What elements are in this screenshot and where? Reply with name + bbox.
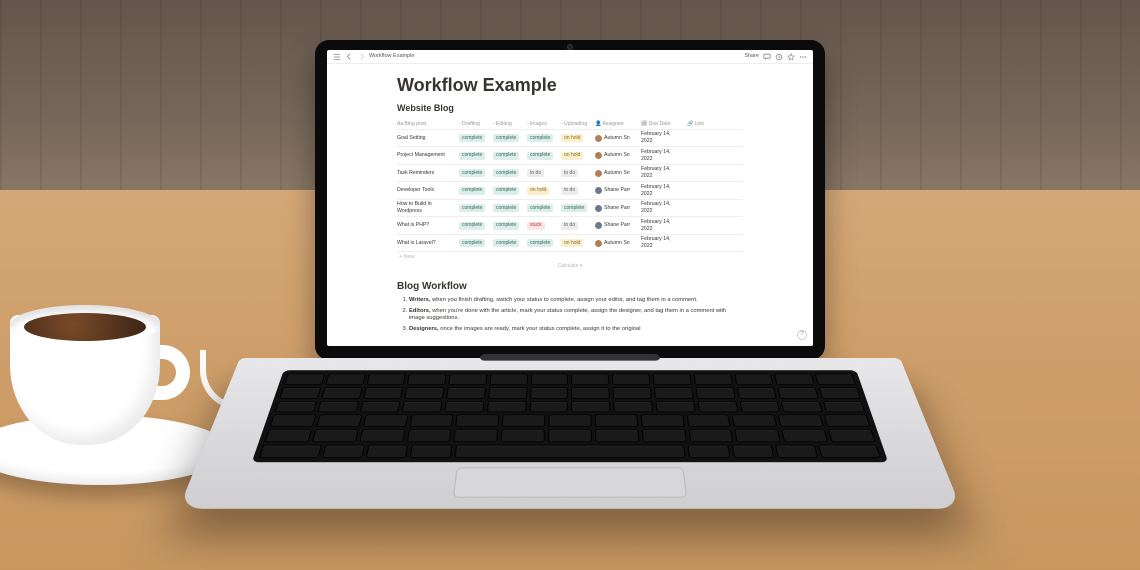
- comments-icon[interactable]: [763, 53, 771, 61]
- status-pill[interactable]: to do: [561, 222, 578, 230]
- database-title[interactable]: Website Blog: [397, 103, 743, 115]
- status-pill[interactable]: on hold: [561, 239, 583, 247]
- status-pill[interactable]: complete: [459, 239, 485, 247]
- cell-due-date[interactable]: February 14, 2022: [641, 149, 670, 162]
- col-uploading[interactable]: ◦ Uploading: [561, 121, 591, 128]
- table-row[interactable]: Goal Setting complete complete complete on h…: [397, 130, 743, 148]
- status-pill[interactable]: complete: [493, 134, 519, 142]
- workflow-step: Editors, when you're done with the artic…: [409, 308, 743, 323]
- cell-due-date[interactable]: February 14, 2022: [641, 219, 670, 232]
- updates-icon[interactable]: [775, 53, 783, 61]
- cell-assignee[interactable]: Autumn Sn: [595, 240, 637, 247]
- status-pill[interactable]: complete: [493, 239, 519, 247]
- forward-icon[interactable]: [357, 53, 365, 61]
- table-row[interactable]: What is PHP? complete complete stuck to do Sh…: [397, 217, 743, 235]
- breadcrumb[interactable]: Workflow Example: [369, 53, 414, 60]
- cell-assignee[interactable]: Autumn Sn: [595, 152, 637, 159]
- cell-assignee[interactable]: Shane Parr: [595, 222, 637, 229]
- status-pill[interactable]: complete: [459, 134, 485, 142]
- app-window: Workflow Example Share Workflow Example …: [327, 50, 813, 346]
- status-pill[interactable]: complete: [493, 222, 519, 230]
- col-images[interactable]: ◦ Images: [527, 121, 557, 128]
- status-pill[interactable]: complete: [459, 187, 485, 195]
- table-row[interactable]: Developer Tools complete complete on hold to…: [397, 182, 743, 200]
- status-pill[interactable]: complete: [527, 204, 553, 212]
- status-pill[interactable]: complete: [459, 169, 485, 177]
- avatar: [595, 170, 602, 177]
- status-pill[interactable]: to do: [561, 187, 578, 195]
- avatar: [595, 222, 602, 229]
- status-pill[interactable]: complete: [493, 187, 519, 195]
- help-button[interactable]: ?: [797, 330, 807, 340]
- status-pill[interactable]: complete: [459, 204, 485, 212]
- col-due-date[interactable]: 🗓 Due Date: [641, 121, 683, 128]
- cell-post[interactable]: Developer Tools: [397, 187, 434, 193]
- cell-due-date[interactable]: February 14, 2022: [641, 201, 670, 214]
- more-icon[interactable]: [799, 53, 807, 61]
- table-header: Aa Blog post ◦ Drafting ◦ Editing ◦ Imag…: [397, 119, 743, 130]
- col-link[interactable]: 🔗 Link: [687, 121, 707, 128]
- avatar: [595, 187, 602, 194]
- cell-due-date[interactable]: February 14, 2022: [641, 236, 670, 249]
- workflow-step: Writers, when you finish drafting, switc…: [409, 297, 743, 305]
- col-drafting[interactable]: ◦ Drafting: [459, 121, 489, 128]
- status-pill[interactable]: stuck: [527, 222, 545, 230]
- cell-due-date[interactable]: February 14, 2022: [641, 131, 670, 144]
- status-pill[interactable]: complete: [493, 152, 519, 160]
- col-blog-post[interactable]: Aa Blog post: [397, 121, 455, 128]
- col-editing[interactable]: ◦ Editing: [493, 121, 523, 128]
- avatar: [595, 152, 602, 159]
- status-pill[interactable]: to do: [527, 169, 544, 177]
- avatar: [595, 205, 602, 212]
- status-pill[interactable]: on hold: [527, 187, 549, 195]
- workflow-steps: Writers, when you finish drafting, switc…: [409, 297, 743, 333]
- cell-assignee[interactable]: Autumn Sn: [595, 170, 637, 177]
- cell-assignee[interactable]: Shane Parr: [595, 205, 637, 212]
- database-table: Aa Blog post ◦ Drafting ◦ Editing ◦ Imag…: [397, 119, 743, 270]
- status-pill[interactable]: complete: [527, 152, 553, 160]
- status-pill[interactable]: complete: [561, 204, 587, 212]
- table-row[interactable]: Task Reminders complete complete to do to do…: [397, 165, 743, 183]
- status-pill[interactable]: complete: [527, 134, 553, 142]
- table-row[interactable]: Project Management complete complete comple…: [397, 147, 743, 165]
- cell-post[interactable]: What is Laravel?: [397, 240, 436, 246]
- cell-post[interactable]: Project Management: [397, 152, 445, 158]
- cell-post[interactable]: What is PHP?: [397, 222, 429, 228]
- cell-post[interactable]: Task Reminders: [397, 170, 434, 176]
- col-assignee[interactable]: 👤 Assignee: [595, 121, 637, 128]
- cell-assignee[interactable]: Shane Parr: [595, 187, 637, 194]
- status-pill[interactable]: complete: [459, 222, 485, 230]
- cell-due-date[interactable]: February 14, 2022: [641, 166, 670, 179]
- new-row-button[interactable]: + New: [397, 252, 743, 261]
- share-button[interactable]: Share: [744, 53, 759, 60]
- cell-due-date[interactable]: February 14, 2022: [641, 184, 670, 197]
- topbar: Workflow Example Share: [327, 50, 813, 64]
- calculate-button[interactable]: Calculate ▾: [397, 261, 743, 270]
- status-pill[interactable]: to do: [561, 169, 578, 177]
- cell-post[interactable]: Goal Setting: [397, 135, 426, 141]
- menu-icon[interactable]: [333, 53, 341, 61]
- back-icon[interactable]: [345, 53, 353, 61]
- status-pill[interactable]: on hold: [561, 134, 583, 142]
- table-row[interactable]: How to Build in Wordpress complete complet…: [397, 200, 743, 218]
- page-title[interactable]: Workflow Example: [397, 74, 743, 97]
- status-pill[interactable]: complete: [493, 169, 519, 177]
- status-pill[interactable]: on hold: [561, 152, 583, 160]
- status-pill[interactable]: complete: [493, 204, 519, 212]
- favorite-icon[interactable]: [787, 53, 795, 61]
- status-pill[interactable]: complete: [527, 239, 553, 247]
- avatar: [595, 135, 602, 142]
- table-row[interactable]: What is Laravel? complete complete complete…: [397, 235, 743, 253]
- laptop-keyboard: [179, 358, 962, 509]
- cell-assignee[interactable]: Autumn Sn: [595, 135, 637, 142]
- workflow-step: Designers, once the images are ready, ma…: [409, 326, 743, 334]
- section-title[interactable]: Blog Workflow: [397, 280, 743, 293]
- status-pill[interactable]: complete: [459, 152, 485, 160]
- avatar: [595, 240, 602, 247]
- cell-post[interactable]: How to Build in Wordpress: [397, 201, 432, 214]
